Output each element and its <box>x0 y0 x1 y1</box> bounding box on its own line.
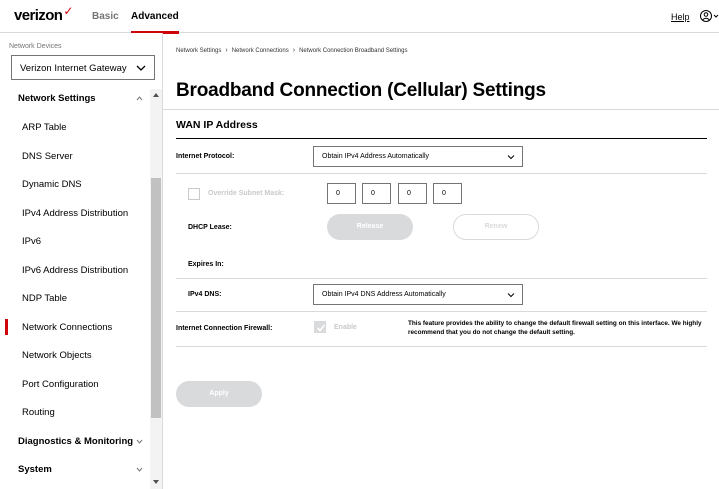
subnet-octet-3-input[interactable]: 0 <box>398 183 427 204</box>
chevron-down-icon <box>507 293 515 298</box>
chevron-up-icon[interactable] <box>136 96 143 101</box>
chevron-down-icon <box>507 155 515 160</box>
renew-button[interactable]: Renew <box>453 214 539 240</box>
expires-in-label: Expires In: <box>188 261 224 268</box>
ipv4-dns-select[interactable]: Obtain IPv4 DNS Address Automatically <box>313 284 523 305</box>
scroll-down-arrow-icon[interactable] <box>153 480 159 484</box>
override-subnet-mask-checkbox[interactable] <box>188 188 200 200</box>
internet-protocol-value: Obtain IPv4 Address Automatically <box>322 153 429 160</box>
chevron-down-icon <box>136 65 146 71</box>
breadcrumb-separator: › <box>292 47 296 54</box>
sidebar-item-ipv6-address-distribution[interactable]: IPv6 Address Distribution <box>22 265 128 276</box>
sidebar-item-arp-table[interactable]: ARP Table <box>22 122 67 133</box>
sidebar: Network Devices Verizon Internet Gateway… <box>0 33 163 489</box>
tab-advanced[interactable]: Advanced <box>131 11 179 34</box>
sidebar-item-port-configuration[interactable]: Port Configuration <box>22 379 99 390</box>
row-divider <box>176 173 707 174</box>
ipv4-dns-value: Obtain IPv4 DNS Address Automatically <box>322 291 446 298</box>
sidebar-item-dns-server[interactable]: DNS Server <box>22 151 73 162</box>
sidebar-item-ipv6[interactable]: IPv6 <box>22 236 41 247</box>
sidebar-item-routing[interactable]: Routing <box>22 407 55 418</box>
enable-label: Enable <box>334 324 357 331</box>
verizon-logo[interactable]: verizon✓ <box>14 4 73 24</box>
ipv4-dns-label: IPv4 DNS: <box>188 291 222 298</box>
sidebar-section-system[interactable]: System <box>18 464 52 475</box>
logo-text: verizon <box>14 7 63 24</box>
internet-connection-firewall-label: Internet Connection Firewall: <box>176 325 273 332</box>
breadcrumb-network-settings[interactable]: Network Settings <box>176 48 221 54</box>
chevron-down-icon[interactable] <box>136 467 143 472</box>
enable-firewall-checkbox[interactable] <box>314 321 326 333</box>
breadcrumb-separator: › <box>225 47 228 54</box>
help-link[interactable]: Help <box>671 12 690 22</box>
subnet-octet-4-input[interactable]: 0 <box>433 183 462 204</box>
scroll-up-arrow-icon[interactable] <box>153 93 159 97</box>
apply-button[interactable]: Apply <box>176 381 262 407</box>
page-title: Broadband Connection (Cellular) Settings <box>176 80 546 101</box>
row-divider <box>176 346 707 347</box>
internet-protocol-label: Internet Protocol: <box>176 153 235 160</box>
subnet-octet-2-input[interactable]: 0 <box>362 183 391 204</box>
section-title-wan-ip-address: WAN IP Address <box>176 119 258 131</box>
sidebar-item-ipv4-address-distribution[interactable]: IPv4 Address Distribution <box>22 208 128 219</box>
network-device-value: Verizon Internet Gateway <box>20 63 127 74</box>
row-divider <box>176 311 707 312</box>
sidebar-section-network-settings[interactable]: Network Settings <box>18 93 96 104</box>
override-subnet-mask-label: Override Subnet Mask: <box>208 190 285 197</box>
chevron-down-icon[interactable] <box>136 439 143 444</box>
user-circle-icon[interactable] <box>699 9 719 23</box>
breadcrumb-network-connections[interactable]: Network Connections <box>232 48 289 54</box>
release-button[interactable]: Release <box>327 214 413 240</box>
sidebar-item-ndp-table[interactable]: NDP Table <box>22 293 67 304</box>
divider <box>163 109 719 110</box>
firewall-description: This feature provides the ability to cha… <box>408 320 702 336</box>
subnet-octet-1-input[interactable]: 0 <box>327 183 356 204</box>
breadcrumb: Network Settings › Network Connections › Net… <box>176 47 407 54</box>
section-divider <box>176 138 707 139</box>
breadcrumb-broadband-settings: Network Connection Broadband Settings <box>299 48 408 54</box>
tab-basic[interactable]: Basic <box>92 11 119 22</box>
sidebar-item-network-connections[interactable]: Network Connections <box>22 322 112 333</box>
active-item-indicator <box>5 319 8 335</box>
row-divider <box>176 278 707 279</box>
top-navigation-bar: verizon✓ Basic Advanced Help <box>0 0 719 34</box>
dhcp-lease-label: DHCP Lease: <box>188 224 232 231</box>
sidebar-item-network-objects[interactable]: Network Objects <box>22 350 92 361</box>
sidebar-scrollbar-thumb[interactable] <box>151 178 161 418</box>
network-devices-label: Network Devices <box>9 43 62 50</box>
checkmark-icon <box>316 324 326 332</box>
logo-check-mark: ✓ <box>63 4 73 18</box>
sidebar-section-diagnostics-monitoring[interactable]: Diagnostics & Monitoring <box>18 436 133 447</box>
internet-protocol-select[interactable]: Obtain IPv4 Address Automatically <box>313 146 523 167</box>
sidebar-item-dynamic-dns[interactable]: Dynamic DNS <box>22 179 82 190</box>
network-device-select[interactable]: Verizon Internet Gateway <box>11 55 155 80</box>
